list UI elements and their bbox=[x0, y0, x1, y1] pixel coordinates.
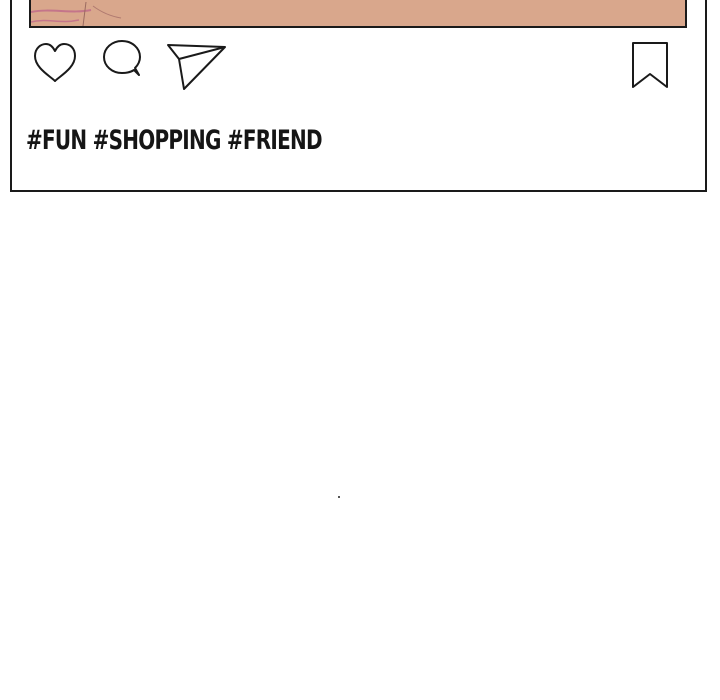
paper-plane-icon bbox=[167, 44, 226, 90]
post-hashtags: #FUN #SHOPPING #FRIEND bbox=[26, 125, 323, 156]
post-image-artwork bbox=[31, 0, 685, 26]
like-button[interactable] bbox=[32, 42, 78, 84]
save-button[interactable] bbox=[631, 41, 669, 89]
stray-dot bbox=[338, 496, 340, 498]
speech-bubble-icon bbox=[103, 40, 141, 76]
post-card: #FUN #SHOPPING #FRIEND bbox=[10, 0, 707, 192]
bookmark-icon bbox=[632, 42, 668, 88]
comment-button[interactable] bbox=[101, 39, 143, 81]
share-button[interactable] bbox=[166, 43, 228, 91]
heart-icon bbox=[34, 43, 76, 82]
post-image[interactable] bbox=[29, 0, 687, 28]
